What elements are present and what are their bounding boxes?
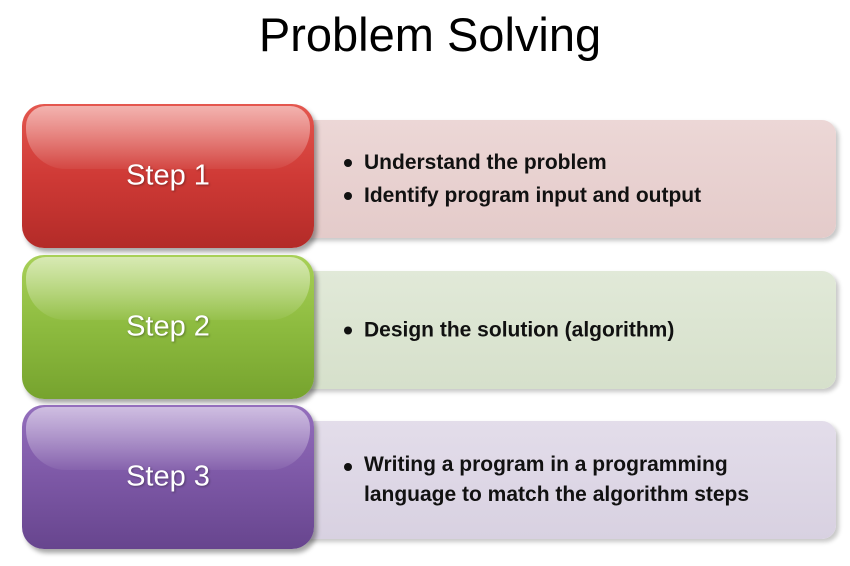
step-3-label: Step 3 (126, 460, 210, 493)
step-1-bullet-list: Understand the problem Identify program … (342, 146, 806, 212)
step-2-box: Step 2 (22, 255, 314, 399)
bullet-item: Writing a program in a programming langu… (342, 450, 806, 510)
step-3-description-panel: Writing a program in a programming langu… (284, 421, 836, 539)
step-row-1: Understand the problem Identify program … (22, 104, 840, 250)
step-1-label: Step 1 (126, 159, 210, 192)
step-3-bullet-list: Writing a program in a programming langu… (342, 450, 806, 510)
step-1-box: Step 1 (22, 104, 314, 248)
step-3-box: Step 3 (22, 405, 314, 549)
bullet-item: Design the solution (algorithm) (342, 314, 806, 347)
bullet-item: Understand the problem (342, 146, 806, 179)
step-1-description-panel: Understand the problem Identify program … (284, 120, 836, 238)
bullet-item: Identify program input and output (342, 179, 806, 212)
step-2-label: Step 2 (126, 310, 210, 343)
step-2-bullet-list: Design the solution (algorithm) (342, 314, 806, 347)
step-2-description-panel: Design the solution (algorithm) (284, 271, 836, 389)
step-row-3: Writing a program in a programming langu… (22, 405, 840, 551)
page-title: Problem Solving (258, 8, 602, 61)
step-row-2: Design the solution (algorithm) Step 2 (22, 255, 840, 401)
